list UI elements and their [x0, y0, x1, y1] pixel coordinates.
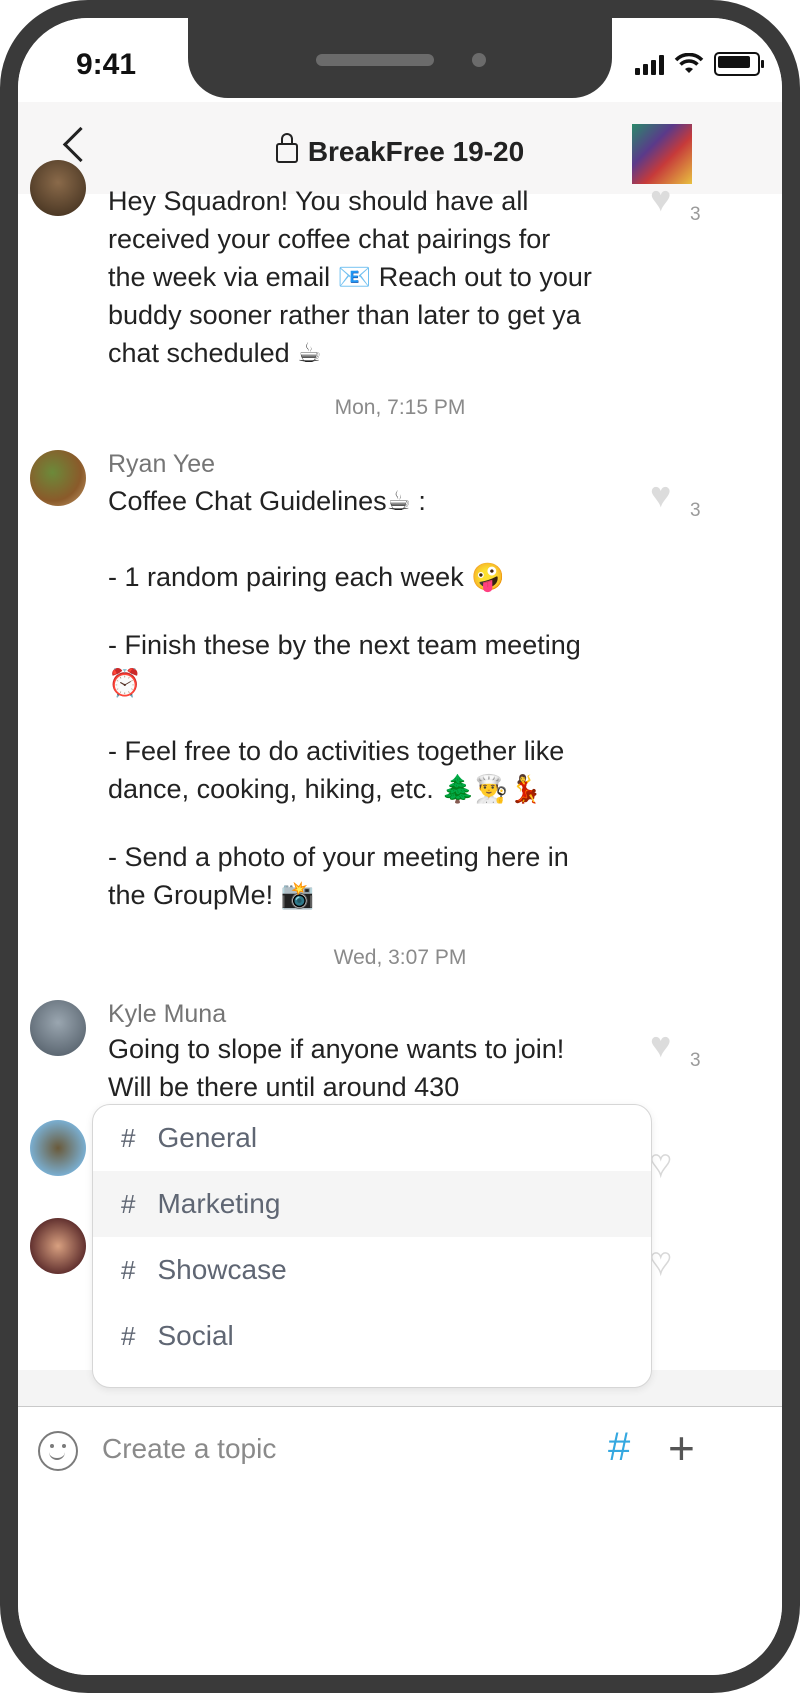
timestamp: Wed, 3:07 PM: [333, 946, 467, 969]
timestamp: Mon, 7:15 PM: [334, 396, 466, 419]
like-count: 3: [690, 500, 701, 521]
phone-frame: 9:41 BreakFree 19-20 Hey Squadron! You s…: [0, 0, 800, 1693]
topic-item-social[interactable]: # Social: [93, 1303, 651, 1369]
avatar[interactable]: [30, 1218, 86, 1274]
chat-title-text: BreakFree 19-20: [307, 136, 525, 167]
notch: [188, 18, 612, 98]
cellular-signal-icon: [635, 53, 664, 75]
plus-icon[interactable]: +: [668, 1421, 695, 1475]
screen: 9:41 BreakFree 19-20 Hey Squadron! You s…: [18, 18, 782, 1675]
like-heart-icon[interactable]: ♥: [650, 1024, 671, 1066]
topic-item-showcase[interactable]: # Showcase: [93, 1237, 651, 1303]
hashtag-icon: #: [121, 1320, 136, 1351]
hashtag-icon: #: [121, 1122, 136, 1153]
like-heart-outline-icon[interactable]: ♥: [649, 1141, 672, 1184]
topic-item-marketing[interactable]: # Marketing: [93, 1171, 651, 1237]
speaker: [316, 54, 434, 66]
group-avatar[interactable]: [632, 124, 692, 184]
like-heart-outline-icon[interactable]: ♥: [649, 1239, 672, 1282]
front-camera: [472, 53, 486, 67]
hashtag-icon: #: [121, 1188, 136, 1219]
status-icons: [635, 52, 764, 76]
avatar[interactable]: [30, 160, 86, 216]
like-heart-icon[interactable]: ♥: [650, 178, 671, 220]
hashtag-icon: #: [121, 1254, 136, 1285]
hashtag-icon[interactable]: #: [608, 1425, 630, 1470]
avatar[interactable]: [30, 1000, 86, 1056]
like-heart-icon[interactable]: ♥: [650, 474, 671, 516]
like-count: 3: [690, 1050, 701, 1071]
lock-icon: [275, 133, 298, 163]
like-count: 3: [690, 204, 701, 225]
avatar[interactable]: [30, 450, 86, 506]
message-text: Going to slope if anyone wants to join! …: [108, 1034, 565, 1102]
composer: Create a topic # +: [18, 1406, 782, 1497]
message-text: Hey Squadron! You should have all receiv…: [108, 186, 592, 368]
author-name: Kyle Muna: [108, 1000, 227, 1028]
author-name: Ryan Yee: [108, 450, 216, 478]
battery-icon: [714, 52, 764, 76]
wifi-icon: [674, 53, 704, 73]
smiley-icon[interactable]: [38, 1431, 78, 1471]
topic-dropdown: # General # Marketing # Showcase # Social: [92, 1104, 652, 1388]
avatar[interactable]: [30, 1120, 86, 1176]
topic-item-general[interactable]: # General: [93, 1105, 651, 1171]
message-text: Coffee Chat Guidelines☕ : - 1 random pai…: [108, 486, 581, 910]
status-time: 9:41: [76, 48, 137, 81]
topic-input[interactable]: Create a topic: [102, 1433, 276, 1465]
